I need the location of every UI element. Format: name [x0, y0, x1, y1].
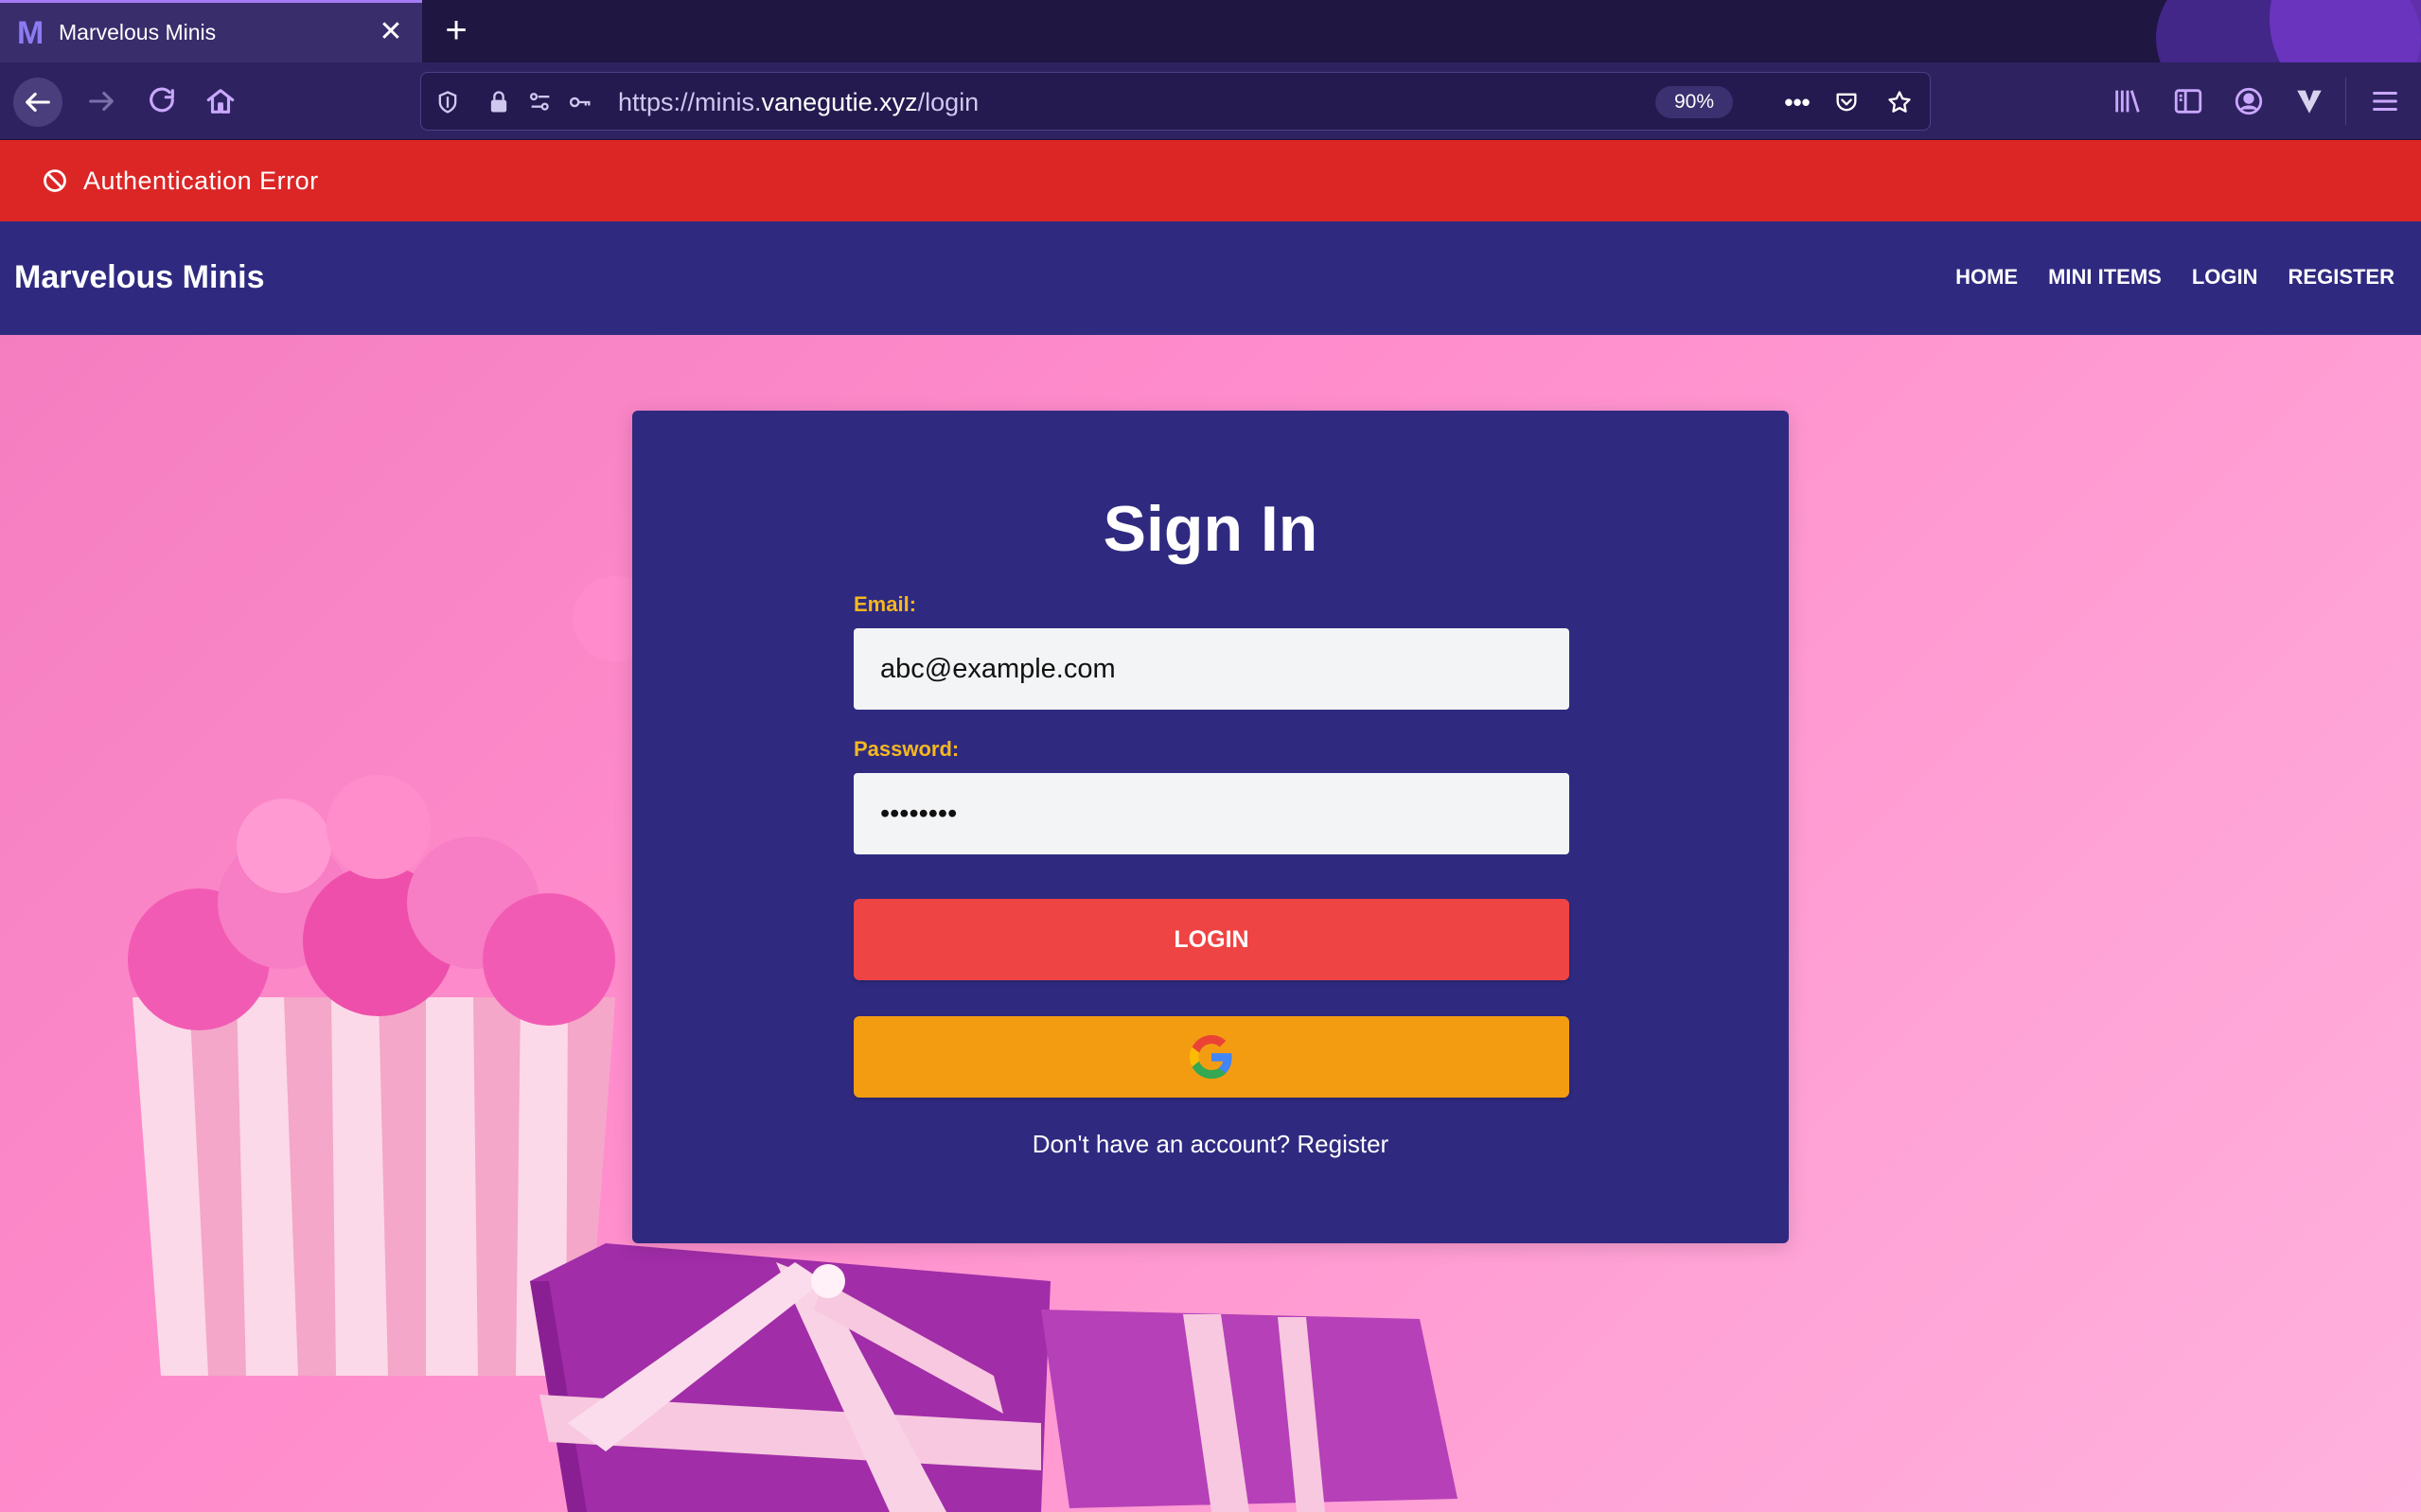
email-field[interactable] [854, 628, 1569, 710]
home-icon [206, 89, 235, 114]
nav-login-link[interactable]: LOGIN [2192, 265, 2258, 290]
new-tab-button[interactable]: + [437, 11, 475, 49]
site-favicon-icon: M [17, 14, 44, 51]
nav-register-link[interactable]: REGISTER [2288, 265, 2394, 290]
tracking-shield-icon[interactable] [433, 87, 463, 117]
account-icon [2235, 87, 2263, 115]
theme-decoration [2270, 0, 2421, 62]
toolbar-separator [2345, 78, 2346, 125]
url-prefix: https://minis. [618, 88, 762, 116]
menu-button[interactable] [2362, 78, 2408, 125]
extension-button[interactable] [2287, 78, 2332, 125]
zoom-level-button[interactable]: 90% [1655, 86, 1733, 118]
browser-tab[interactable]: M Marvelous Minis ✕ [0, 0, 422, 62]
sign-in-card: Sign In Email: Password: LOGIN Don't hav… [632, 411, 1789, 1243]
bookmark-star-icon[interactable] [1884, 87, 1915, 117]
url-host: vanegutie.xyz [761, 88, 918, 116]
error-alert-banner: Authentication Error [0, 140, 2421, 221]
hamburger-menu-icon [2373, 91, 2397, 112]
pocket-icon[interactable] [1831, 87, 1862, 117]
sidebar-button[interactable] [2165, 78, 2211, 125]
site-brand[interactable]: Marvelous Minis [14, 259, 265, 296]
close-tab-icon[interactable]: ✕ [377, 18, 405, 46]
permissions-icon[interactable] [525, 87, 556, 117]
sidebar-icon [2174, 89, 2202, 114]
key-icon[interactable] [565, 87, 595, 117]
site-header: Marvelous Minis HOME MINI ITEMS LOGIN RE… [0, 221, 2421, 335]
forward-button[interactable] [78, 78, 125, 125]
sign-in-title: Sign In [1103, 493, 1318, 565]
reload-icon [150, 87, 174, 113]
lock-icon[interactable] [484, 87, 514, 117]
web-page: Authentication Error Marvelous Minis HOM… [0, 140, 2421, 1512]
register-link[interactable]: Register [1297, 1130, 1388, 1158]
register-prompt-text: Don't have an account? [1032, 1130, 1291, 1158]
nav-home-link[interactable]: HOME [1955, 265, 2018, 290]
password-label: Password: [854, 737, 960, 761]
login-button[interactable]: LOGIN [854, 899, 1569, 980]
back-button[interactable] [13, 78, 62, 127]
register-prompt: Don't have an account? Register [632, 1130, 1789, 1159]
arrow-left-icon [26, 92, 50, 113]
home-button[interactable] [197, 78, 244, 125]
browser-toolbar: https://minis.vanegutie.xyz/login 90% ••… [0, 62, 2421, 140]
google-sign-in-button[interactable] [854, 1016, 1569, 1098]
arrow-right-icon [89, 91, 114, 112]
nav-mini-items-link[interactable]: MINI ITEMS [2048, 265, 2162, 290]
password-field[interactable] [854, 773, 1569, 854]
reload-button[interactable] [138, 78, 186, 125]
email-label: Email: [854, 592, 917, 616]
browser-tabstrip: M Marvelous Minis ✕ + [0, 0, 2421, 62]
extension-v-icon [2297, 90, 2322, 114]
alert-message: Authentication Error [83, 166, 319, 195]
library-button[interactable] [2105, 78, 2150, 125]
google-logo-icon [1190, 1035, 1232, 1079]
page-actions-icon[interactable]: ••• [1778, 87, 1816, 117]
url-path: /login [917, 88, 980, 116]
tab-title: Marvelous Minis [59, 20, 217, 44]
main-nav: HOME MINI ITEMS LOGIN REGISTER [1955, 265, 2394, 290]
prohibited-icon [44, 169, 66, 192]
address-bar[interactable]: https://minis.vanegutie.xyz/login 90% ••… [420, 72, 1931, 131]
library-icon [2115, 90, 2140, 113]
url-text[interactable]: https://minis.vanegutie.xyz/login [618, 88, 979, 117]
account-button[interactable] [2226, 78, 2271, 125]
